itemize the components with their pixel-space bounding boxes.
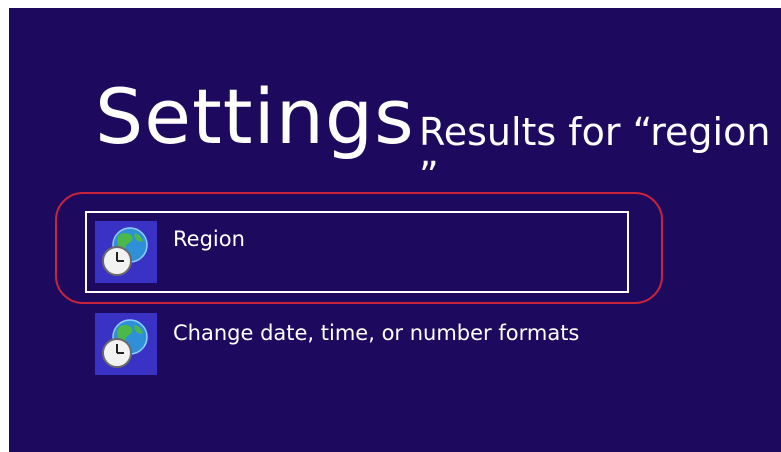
- search-results-subtitle: Results for “region ”: [419, 110, 771, 198]
- page-title: Settings: [95, 72, 415, 161]
- region-clock-globe-icon: [95, 221, 157, 283]
- result-label: Region: [173, 227, 245, 251]
- result-label: Change date, time, or number formats: [173, 321, 580, 345]
- search-results-screen: Settings Results for “region ” Region Ch…: [9, 8, 781, 452]
- result-item-change-date-time-formats[interactable]: Change date, time, or number formats: [95, 313, 635, 379]
- result-item-region[interactable]: Region: [85, 211, 629, 293]
- region-clock-globe-icon: [95, 313, 157, 375]
